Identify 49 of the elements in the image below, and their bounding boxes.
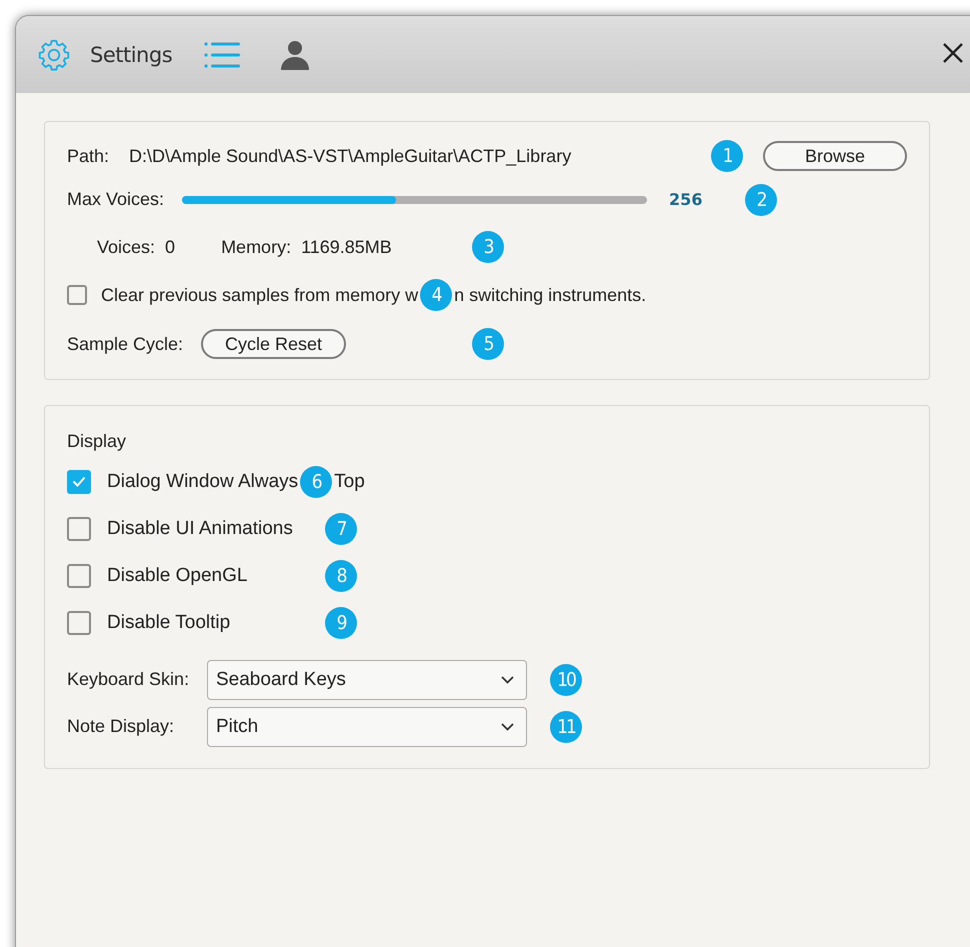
number-badge: 9 (325, 606, 357, 638)
checkbox[interactable] (67, 470, 91, 494)
option-label: Disable Tooltip (107, 612, 230, 634)
chevron-down-icon (501, 676, 514, 684)
select-label: Keyboard Skin: (67, 669, 190, 690)
memory-label: Memory: (221, 236, 292, 258)
number-badge: 3 (472, 231, 504, 263)
voices-count: 0 (165, 236, 176, 258)
cycle-reset-button[interactable]: Cycle Reset (201, 329, 346, 359)
voices-label: Voices: (97, 236, 156, 258)
path-label: Path: (67, 146, 110, 166)
number-badge: 11 (550, 710, 582, 742)
option-label: Disable UI Animations (107, 518, 293, 540)
checkbox[interactable] (67, 610, 91, 634)
option-label: n switching instruments. (454, 284, 646, 306)
list-icon (204, 40, 240, 70)
check-icon (72, 476, 86, 487)
option-label: Top (334, 470, 365, 492)
path-value: D:\D\Ample Sound\AS-VST\AmpleGuitar\ACTP_Library (129, 146, 572, 166)
number-badge: 4 (420, 279, 452, 311)
number-badge: 2 (745, 184, 777, 216)
option-label: Disable OpenGL (107, 564, 248, 586)
window-title: Settings (90, 42, 172, 66)
checkbox[interactable] (67, 285, 87, 305)
checkbox[interactable] (67, 564, 91, 588)
checkbox[interactable] (67, 516, 91, 540)
number-badge: 6 (300, 466, 332, 498)
voices-slider[interactable] (182, 196, 648, 204)
list-view-button[interactable] (204, 40, 240, 70)
select-label: Note Display: (67, 716, 174, 737)
number-badge: 5 (472, 328, 504, 360)
voices-value: 256 (669, 190, 702, 209)
number-badge: 10 (550, 664, 582, 696)
number-badge: 7 (325, 512, 357, 544)
user-view-button[interactable] (280, 40, 310, 70)
number-badge: 8 (325, 560, 357, 592)
memory-value: 1169.85MB (301, 236, 392, 258)
dropdown[interactable]: Seaboard Keys (207, 660, 527, 700)
max-voices-label: Max Voices: (67, 189, 164, 210)
sample-cycle-label: Sample Cycle: (67, 334, 184, 354)
close-button[interactable] (942, 42, 964, 64)
section-title: Display (67, 430, 126, 452)
option-label: Clear previous samples from memory w (101, 284, 418, 306)
chevron-down-icon (501, 722, 514, 730)
option-label: Dialog Window Always (107, 470, 298, 492)
user-icon (280, 40, 310, 70)
dropdown[interactable]: Pitch (207, 706, 527, 746)
number-badge: 1 (711, 140, 743, 172)
browse-button[interactable]: Browse (763, 141, 907, 171)
